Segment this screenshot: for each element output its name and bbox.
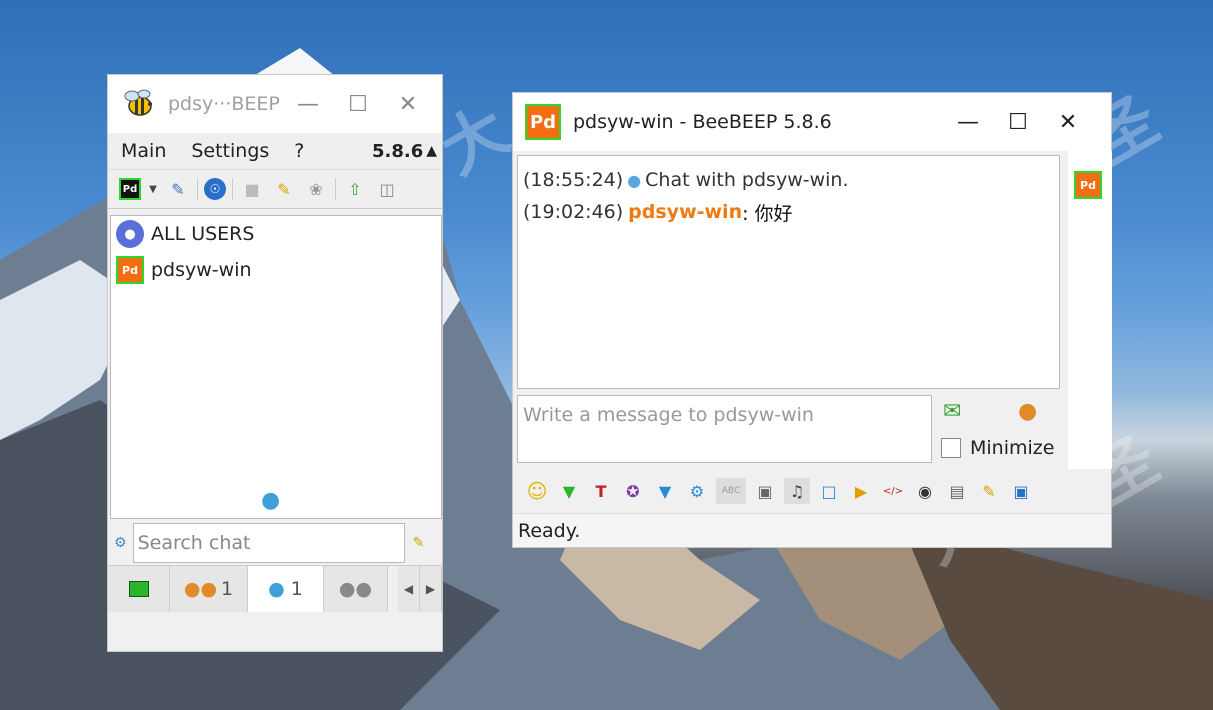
toolbar-separator (232, 178, 233, 200)
settings-gear-icon[interactable]: ⚙ (684, 478, 710, 504)
chat-bubble-icon: ● (261, 488, 281, 513)
message-time: (19:02:46) (523, 201, 624, 223)
send-icon[interactable]: ✉ (943, 399, 977, 425)
minimize-button[interactable]: — (943, 102, 993, 142)
microphone-icon[interactable]: ● (1018, 399, 1044, 429)
emoticon-icon[interactable]: ☺ (524, 478, 550, 504)
message-text: Chat with pdsyw-win. (645, 169, 849, 191)
message-nick[interactable]: pdsyw-win (628, 201, 742, 223)
tab-scroll-right-icon[interactable]: ▶ (420, 566, 442, 612)
tab-users[interactable]: ●● 1 (170, 566, 248, 612)
tab-count: 1 (221, 578, 234, 600)
chat-toolbar: ☺ ▼ T ✪ ▼ ⚙ ABC ▣ ♫ □ ▶ </> ◉ ▤ ✎ ▣ (513, 471, 1111, 511)
chat-window: Pd pdsyw-win - BeeBEEP 5.8.6 — ☐ ✕ (18:5… (512, 92, 1112, 548)
chevron-down-icon[interactable]: ▼ (147, 176, 159, 202)
sound-icon[interactable]: ♫ (784, 478, 810, 504)
users-icon: ●● (183, 578, 218, 600)
chat-members-pane: Pd (1068, 151, 1112, 469)
close-button[interactable]: ✕ (1043, 102, 1093, 142)
trash-icon[interactable]: ◫ (374, 176, 400, 202)
search-options-icon[interactable]: ⚙ (114, 535, 127, 551)
chat-window-title: pdsyw-win - BeeBEEP 5.8.6 (573, 111, 832, 133)
status-bar: Ready. (513, 513, 1111, 547)
message-text: : 你好 (742, 202, 793, 225)
notes-icon[interactable]: ✎ (976, 478, 1002, 504)
file-share-icon[interactable]: ■ (239, 176, 265, 202)
spellcheck-icon[interactable]: ABC (716, 478, 746, 504)
filter-icon[interactable]: ▼ (652, 478, 678, 504)
user-item-all[interactable]: ● ALL USERS (111, 216, 441, 252)
chat-message: (19:02:46) pdsyw-win : 你好 (523, 196, 1054, 228)
search-row: ⚙ Search chat ✎ (110, 521, 442, 565)
minimize-option: Minimize (941, 437, 1054, 459)
minimize-label: Minimize (970, 437, 1055, 459)
chat-avatar: Pd (525, 104, 561, 140)
maximize-button[interactable]: ☐ (993, 102, 1043, 142)
tab-groups[interactable]: ●● (324, 566, 388, 612)
profile-edit-icon[interactable]: ✎ (165, 176, 191, 202)
toolbar-separator (197, 178, 198, 200)
word-complete-icon[interactable]: ▣ (752, 478, 778, 504)
message-time: (18:55:24) (523, 169, 624, 191)
message-input-placeholder: Write a message to pdsyw-win (523, 404, 814, 426)
main-title-bar[interactable]: pdsy···BEEP — ☐ ✕ (108, 75, 442, 133)
chat-message: (18:55:24) ● Chat with pdsyw-win. (523, 164, 1054, 196)
version-label: 5.8.6 (371, 140, 424, 162)
menu-settings[interactable]: Settings (191, 140, 269, 162)
message-input[interactable]: Write a message to pdsyw-win (517, 395, 932, 463)
minimize-button[interactable]: — (283, 84, 333, 124)
bee-logo-icon (120, 88, 156, 120)
linux-icon: ▲ (426, 143, 437, 159)
user-item-label: ALL USERS (151, 223, 255, 245)
broadcast-icon[interactable]: ☉ (204, 178, 226, 200)
save-chat-icon[interactable]: □ (816, 478, 842, 504)
update-icon[interactable]: ⇧ (342, 176, 368, 202)
tab-spacer (388, 566, 398, 612)
chat-icon: ● (268, 578, 285, 600)
font-icon[interactable]: T (588, 478, 614, 504)
menu-bar: Main Settings ? 5.8.6 ▲ (108, 133, 442, 169)
close-button[interactable]: ✕ (383, 84, 433, 124)
user-item-pdsyw-win[interactable]: Pd pdsyw-win (111, 252, 441, 288)
save-icon[interactable]: ▣ (1008, 478, 1034, 504)
status-icon[interactable]: Pd (119, 178, 141, 200)
member-avatar[interactable]: Pd (1074, 171, 1102, 199)
tab-count: 1 (290, 578, 303, 600)
maximize-button[interactable]: ☐ (333, 84, 383, 124)
tab-chats[interactable]: ● 1 (248, 566, 324, 612)
main-toolbar: Pd ▼ ✎ ☉ ■ ✎ ❀ ⇧ ◫ (108, 169, 442, 209)
user-avatar: Pd (116, 256, 144, 284)
folder-icon[interactable]: ▤ (944, 478, 970, 504)
search-placeholder: Search chat (137, 532, 251, 554)
status-text: Ready. (518, 519, 581, 542)
chat-history: (18:55:24) ● Chat with pdsyw-win. (19:02… (517, 155, 1060, 389)
main-tabs: ●● 1 ● 1 ●● ◀ ▶ (108, 565, 442, 612)
menu-help[interactable]: ? (294, 140, 304, 162)
chat-title-bar[interactable]: Pd pdsyw-win - BeeBEEP 5.8.6 — ☐ ✕ (513, 93, 1111, 151)
tab-scroll-left-icon[interactable]: ◀ (398, 566, 420, 612)
user-item-label: pdsyw-win (151, 259, 252, 281)
main-window-title: pdsy···BEEP (168, 93, 280, 115)
group-chat-icon: ● (116, 220, 144, 248)
plugin-icon[interactable]: ❀ (303, 176, 329, 202)
main-window: pdsy···BEEP — ☐ ✕ Main Settings ? 5.8.6 … (107, 74, 443, 652)
network-icon (128, 581, 149, 597)
search-input[interactable]: Search chat (132, 523, 405, 563)
screenshot-icon[interactable]: ◉ (912, 478, 938, 504)
user-list: ● ALL USERS Pd pdsyw-win ● (110, 215, 442, 519)
minimize-checkbox[interactable] (941, 438, 961, 458)
emoticon-panel-icon[interactable]: ▼ (556, 478, 582, 504)
system-chat-icon: ● (627, 170, 642, 190)
color-icon[interactable]: ✪ (620, 478, 646, 504)
groups-icon: ●● (338, 578, 373, 600)
menu-main[interactable]: Main (121, 140, 166, 162)
toolbar-separator (335, 178, 336, 200)
html-icon[interactable]: </> (880, 478, 906, 504)
note-icon[interactable]: ✎ (271, 176, 297, 202)
clear-search-icon[interactable]: ✎ (413, 535, 425, 551)
tab-network[interactable] (108, 566, 170, 612)
send-file-icon[interactable]: ▶ (848, 478, 874, 504)
